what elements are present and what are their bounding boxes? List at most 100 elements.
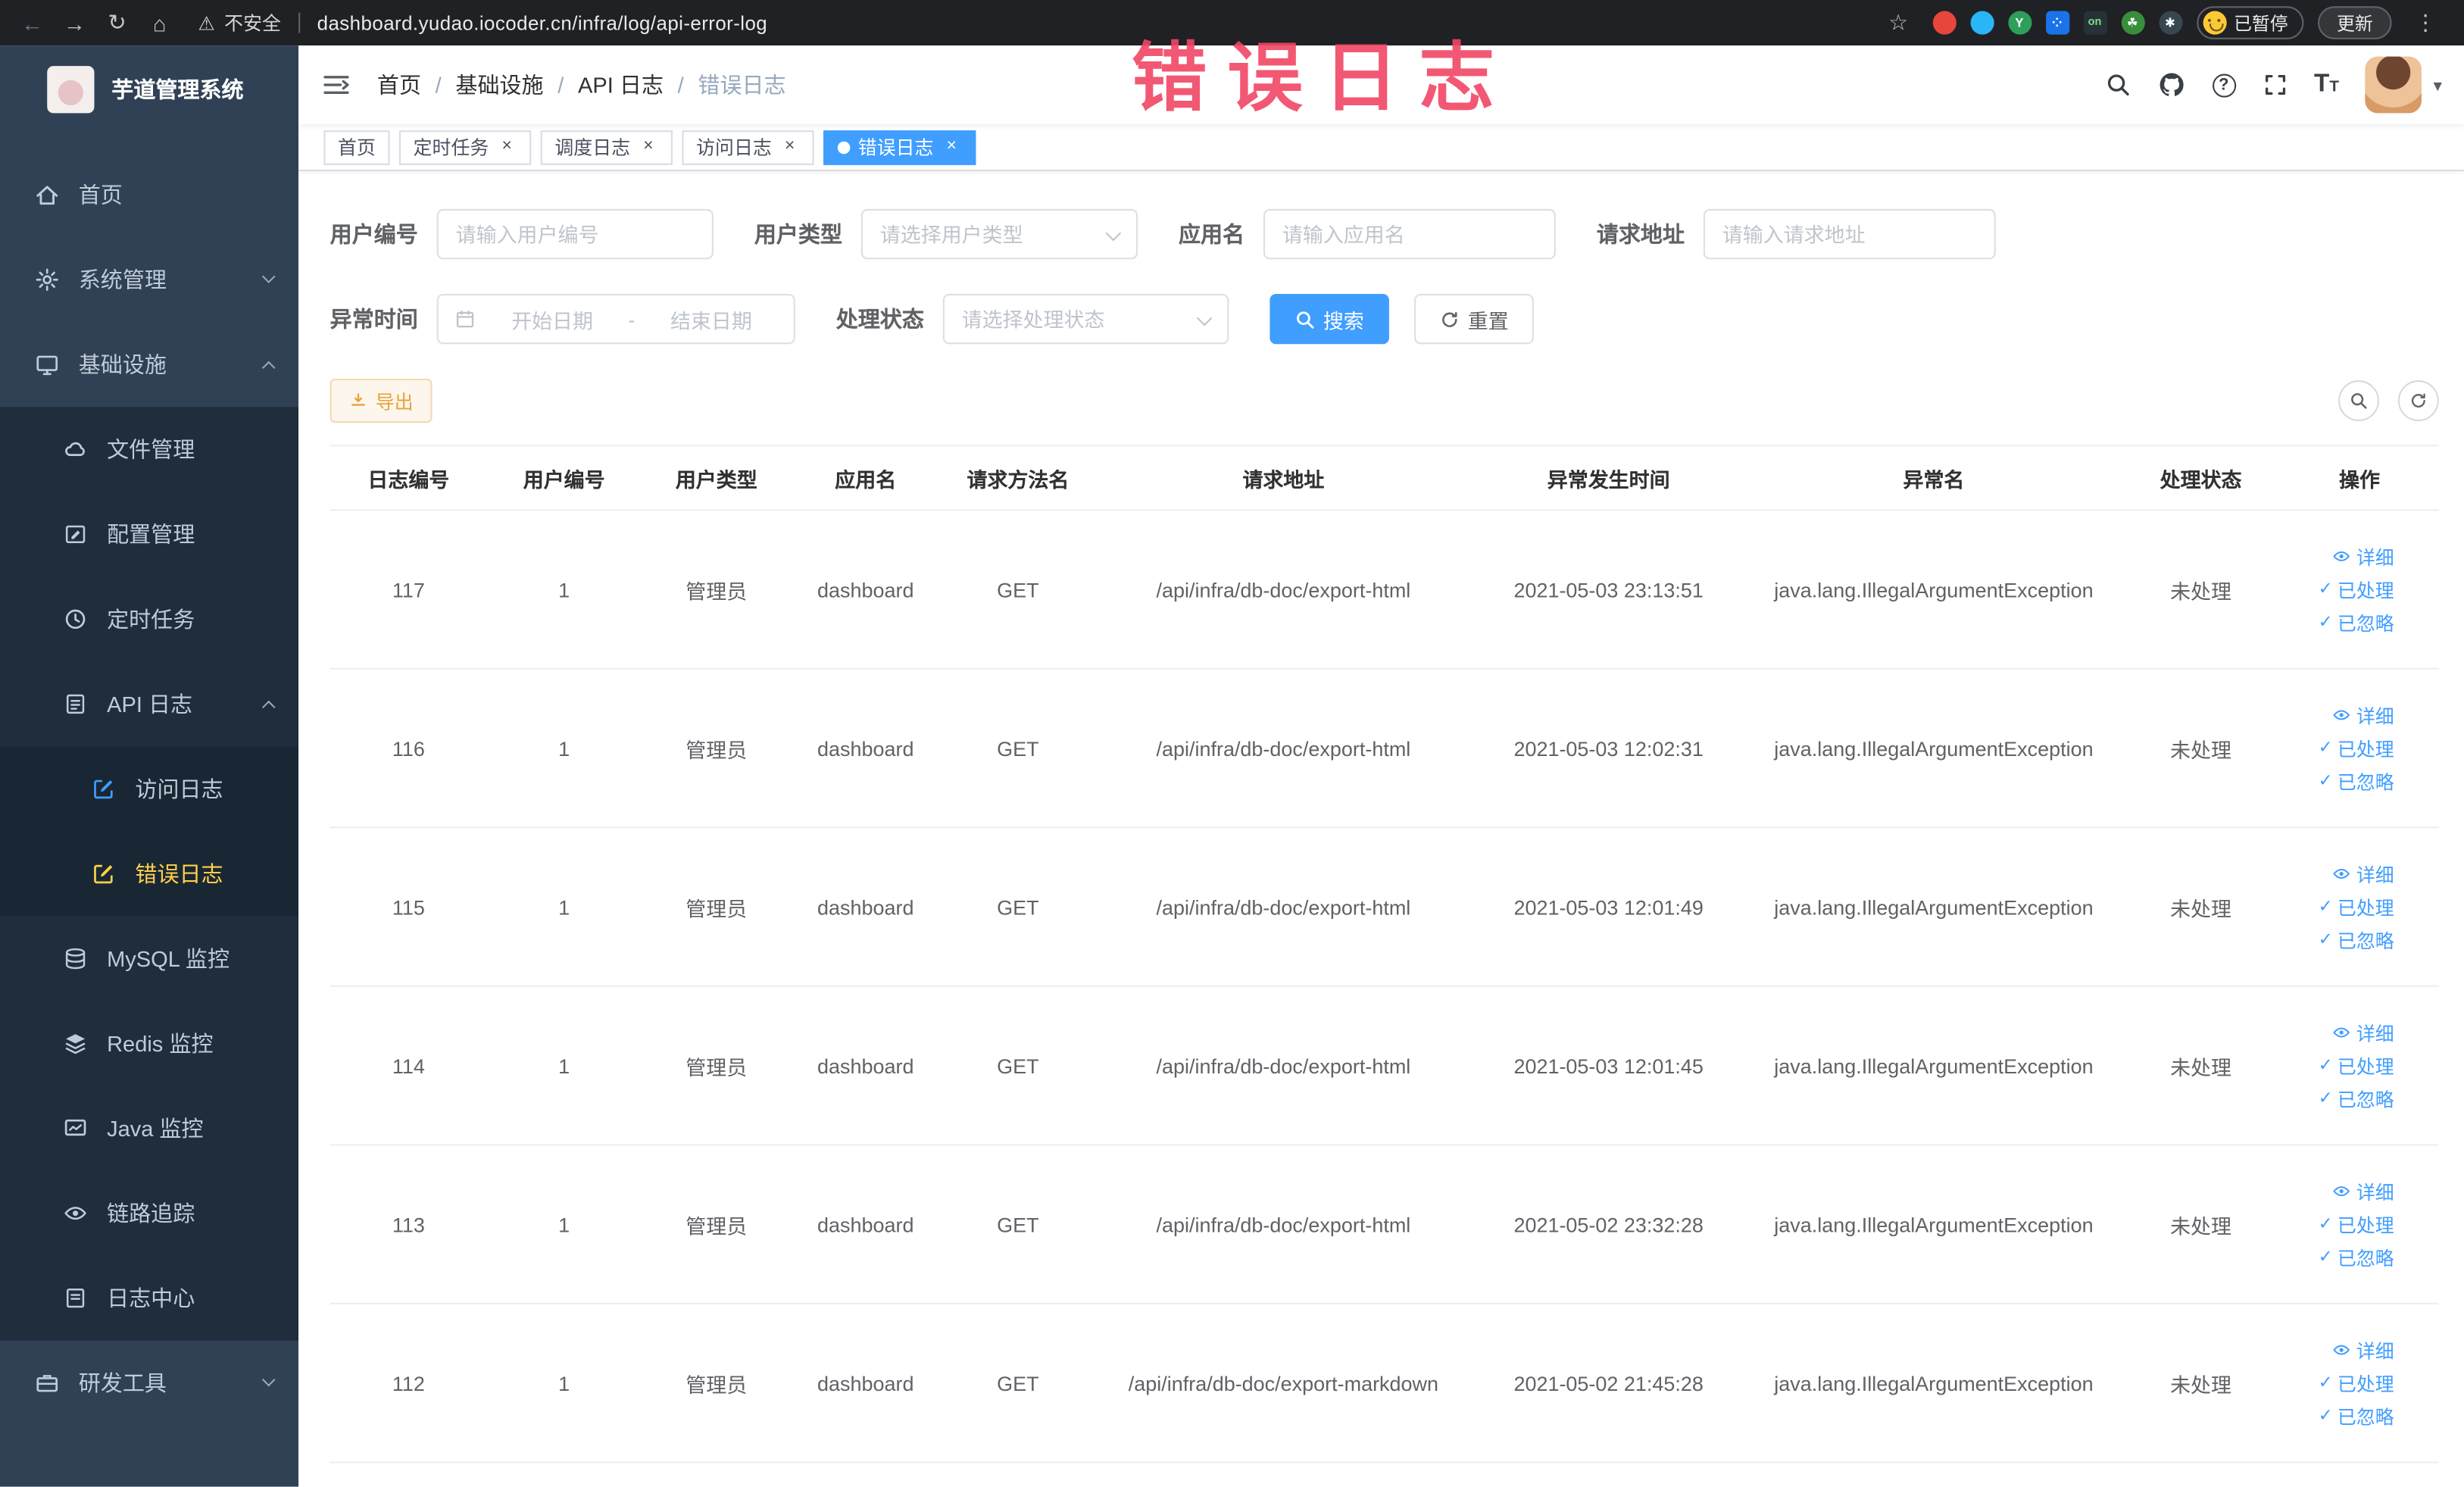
filter-row-1: 用户编号 用户类型 应用名 请求地址	[330, 208, 2439, 260]
search-button[interactable]: 搜索	[1269, 293, 1389, 345]
user-type-select[interactable]	[860, 208, 1138, 260]
sidebar-item-mysql-monitor[interactable]: MySQL 监控	[0, 916, 299, 1001]
sidebar-item-java-monitor[interactable]: Java 监控	[0, 1086, 299, 1171]
profile-chip[interactable]: 已暂停	[2196, 6, 2304, 39]
export-button[interactable]: 导出	[329, 378, 433, 423]
check-icon: ✓	[2318, 1088, 2333, 1107]
detail-link[interactable]: 详细	[2333, 543, 2394, 570]
sidebar-item-redis-monitor[interactable]: Redis 监控	[0, 1001, 299, 1086]
date-range-picker[interactable]: 开始日期 - 结束日期	[436, 293, 795, 345]
mark-processed-link[interactable]: ✓ 已处理	[2319, 576, 2394, 602]
user-id-input[interactable]	[436, 208, 714, 260]
table-row: 115 1 管理员 dashboard GET /api/infra/db-do…	[329, 828, 2439, 987]
process-status-select[interactable]	[942, 293, 1229, 345]
hamburger-icon[interactable]	[298, 45, 374, 124]
font-size-icon[interactable]: TT	[2314, 71, 2339, 97]
address-bar[interactable]: ⚠ 不安全 dashboard.yudao.iocoder.cn/infra/l…	[198, 9, 767, 36]
detail-link[interactable]: 详细	[2333, 1178, 2394, 1204]
cell-request-url: /api/infra/db-doc/export-html	[1156, 1054, 1411, 1078]
sidebar-item-scheduled-tasks[interactable]: 定时任务	[0, 576, 299, 662]
tab-scheduled-tasks[interactable]: 定时任务 ×	[398, 130, 532, 164]
reload-icon[interactable]: ↻	[98, 3, 137, 42]
mark-processed-link[interactable]: ✓ 已处理	[2319, 735, 2394, 761]
sidebar-item-file-mgmt[interactable]: 文件管理	[0, 407, 299, 492]
header-user-id: 用户编号	[523, 467, 605, 492]
cell-method: GET	[997, 895, 1039, 919]
mark-processed-link[interactable]: ✓ 已处理	[2319, 1370, 2394, 1396]
tab-home[interactable]: 首页	[323, 130, 390, 164]
cell-app-name: dashboard	[817, 736, 914, 761]
sidebar-item-infrastructure[interactable]: 基础设施	[0, 322, 298, 407]
extension-icon-2[interactable]	[1969, 11, 1994, 35]
mark-processed-link[interactable]: ✓ 已处理	[2319, 893, 2394, 920]
sidebar-item-access-log[interactable]: 访问日志	[0, 746, 299, 832]
github-icon[interactable]	[2157, 70, 2185, 98]
detail-link[interactable]: 详细	[2333, 1019, 2394, 1045]
sidebar-item-system-mgmt[interactable]: 系统管理	[0, 237, 298, 322]
cell-user-type: 管理员	[685, 1373, 748, 1397]
table-row: 114 1 管理员 dashboard GET /api/infra/db-do…	[329, 987, 2439, 1146]
url-text[interactable]: dashboard.yudao.iocoder.cn/infra/log/api…	[317, 12, 768, 34]
tab-error-log[interactable]: 错误日志 ×	[823, 130, 976, 164]
extension-icon-3[interactable]: Y	[2007, 11, 2031, 35]
caret-down-icon[interactable]: ▾	[2433, 75, 2441, 95]
forward-icon[interactable]: →	[55, 3, 95, 42]
mark-ignored-link[interactable]: ✓ 已忽略	[2319, 767, 2394, 794]
detail-link[interactable]: 详细	[2333, 1336, 2394, 1363]
request-url-input[interactable]	[1703, 208, 1996, 260]
cell-log-id: 117	[392, 577, 425, 601]
sidebar-item-config-mgmt[interactable]: 配置管理	[0, 492, 299, 577]
bookmark-star-icon[interactable]: ☆	[1878, 3, 1918, 42]
cell-method: GET	[997, 1212, 1039, 1236]
table-row: 116 1 管理员 dashboard GET /api/infra/db-do…	[329, 670, 2439, 829]
extension-icon-7[interactable]: ✱	[2158, 11, 2182, 35]
check-icon: ✓	[2318, 612, 2333, 631]
close-icon[interactable]: ×	[779, 136, 800, 157]
toggle-search-button[interactable]	[2338, 380, 2379, 421]
mark-processed-link[interactable]: ✓ 已处理	[2319, 1211, 2394, 1237]
sidebar-item-error-log[interactable]: 错误日志	[0, 831, 299, 917]
mark-processed-link[interactable]: ✓ 已处理	[2319, 1052, 2394, 1079]
sidebar-item-api-log[interactable]: API 日志	[0, 661, 299, 747]
close-icon[interactable]: ×	[942, 136, 962, 157]
mark-ignored-link[interactable]: ✓ 已忽略	[2319, 609, 2394, 636]
sidebar-logo[interactable]: 芋道管理系统	[0, 45, 298, 133]
extension-icon-4[interactable]: ⁘	[2045, 11, 2069, 35]
cell-log-id: 114	[392, 1054, 425, 1078]
breadcrumb-item-api-log[interactable]: API 日志	[578, 69, 664, 100]
sidebar-item-link-tracing[interactable]: 链路追踪	[0, 1170, 299, 1256]
home-icon[interactable]: ⌂	[140, 3, 180, 42]
cell-method: GET	[997, 1054, 1039, 1078]
reset-button[interactable]: 重置	[1414, 293, 1534, 345]
extension-icon-5[interactable]: on	[2082, 11, 2107, 35]
avatar[interactable]	[2366, 56, 2422, 114]
sidebar-item-dev-tools[interactable]: 研发工具	[0, 1341, 298, 1426]
update-button[interactable]: 更新	[2318, 6, 2392, 39]
back-icon[interactable]: ←	[13, 3, 52, 42]
close-icon[interactable]: ×	[497, 136, 517, 157]
sidebar-item-home[interactable]: 首页	[0, 152, 298, 237]
mark-ignored-link[interactable]: ✓ 已忽略	[2319, 1086, 2394, 1112]
cell-status: 未处理	[2170, 738, 2232, 762]
tab-schedule-log[interactable]: 调度日志 ×	[540, 130, 673, 164]
close-icon[interactable]: ×	[638, 136, 658, 157]
detail-link[interactable]: 详细	[2333, 701, 2394, 728]
breadcrumb-separator: /	[557, 72, 564, 98]
security-label[interactable]: 不安全	[224, 9, 281, 36]
extension-icon-6[interactable]: ☘	[2120, 11, 2144, 35]
kebab-menu-icon[interactable]: ⋮	[2406, 3, 2445, 42]
extension-icon-1[interactable]	[1932, 11, 1956, 35]
mark-ignored-link[interactable]: ✓ 已忽略	[2319, 1244, 2394, 1270]
search-icon[interactable]	[2105, 72, 2130, 97]
mark-ignored-link[interactable]: ✓ 已忽略	[2319, 1403, 2394, 1429]
tab-access-log[interactable]: 访问日志 ×	[682, 130, 814, 164]
sidebar-item-log-center[interactable]: 日志中心	[0, 1255, 299, 1341]
help-icon[interactable]: ?	[2212, 73, 2236, 97]
app-name-input[interactable]	[1263, 208, 1556, 260]
breadcrumb-item-home[interactable]: 首页	[377, 69, 421, 100]
refresh-button[interactable]	[2397, 380, 2439, 421]
breadcrumb-item-infrastructure[interactable]: 基础设施	[455, 69, 543, 100]
detail-link[interactable]: 详细	[2333, 861, 2394, 887]
fullscreen-icon[interactable]	[2263, 72, 2288, 97]
mark-ignored-link[interactable]: ✓ 已忽略	[2319, 926, 2394, 953]
